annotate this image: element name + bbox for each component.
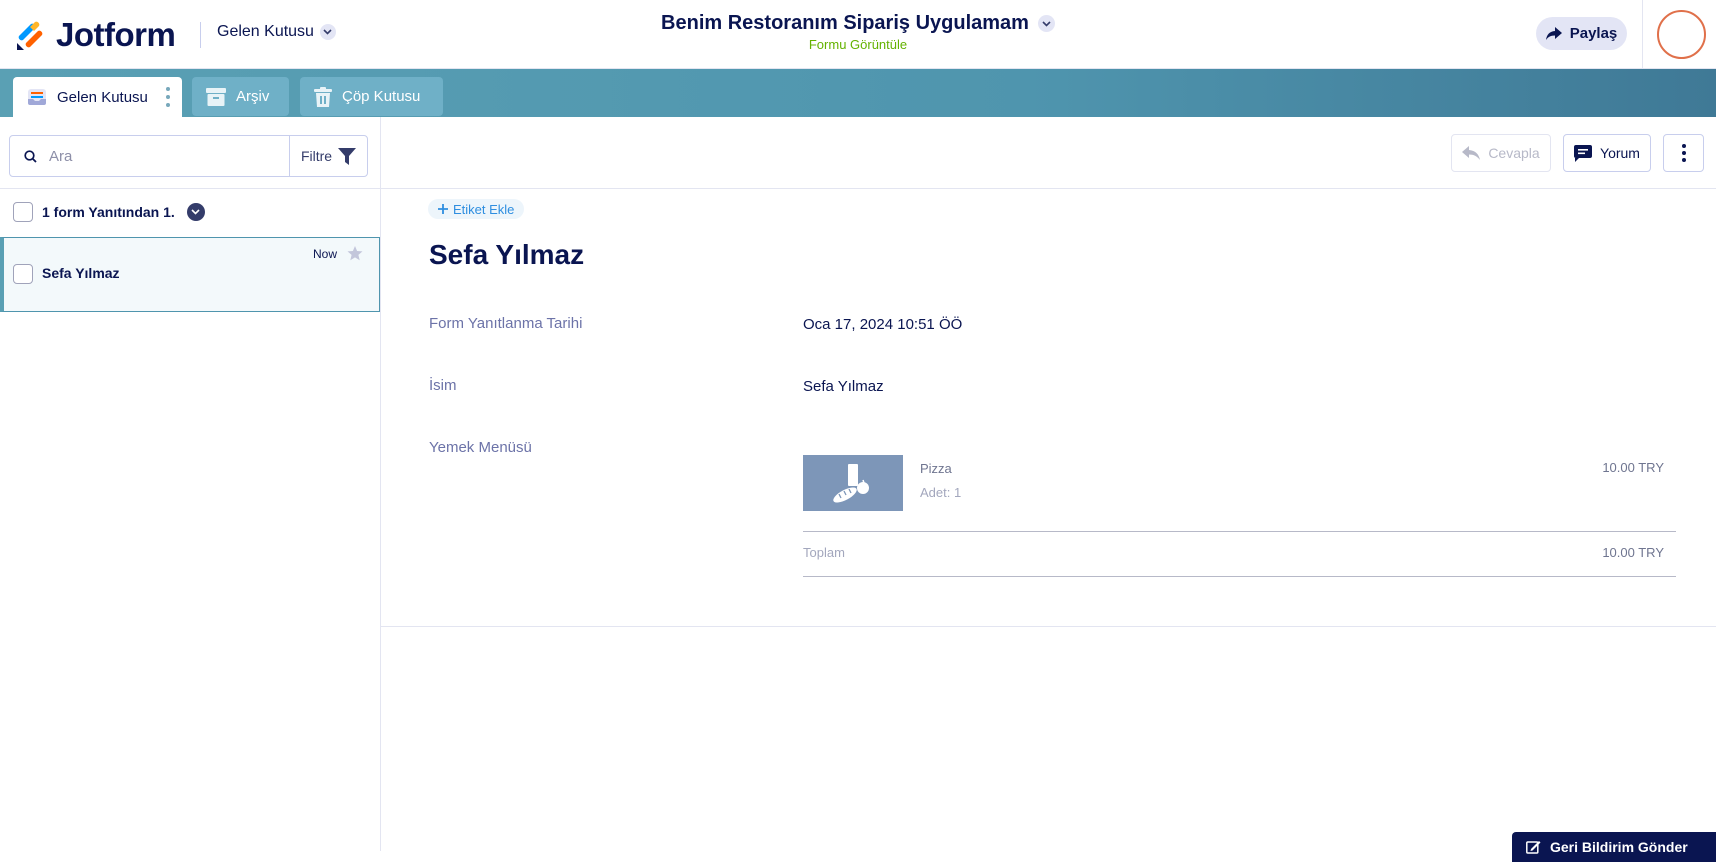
star-icon[interactable] — [347, 246, 363, 261]
more-vertical-icon — [1681, 144, 1686, 162]
reply-label: Cevapla — [1488, 145, 1540, 161]
filter-button[interactable]: Filtre — [289, 136, 367, 176]
tab-archive[interactable]: Arşiv — [192, 77, 289, 116]
chevron-down-icon — [1037, 15, 1055, 32]
tab-trash[interactable]: Çöp Kutusu — [300, 77, 443, 116]
reply-button[interactable]: Cevapla — [1451, 134, 1551, 172]
total-label: Toplam — [803, 545, 845, 560]
trash-icon — [314, 86, 332, 107]
tab-archive-label: Arşiv — [236, 88, 270, 105]
top-header: Jotform Gelen Kutusu Benim Restoranım Si… — [0, 0, 1716, 69]
select-all-checkbox[interactable] — [13, 201, 33, 222]
feedback-label: Geri Bildirim Gönder — [1550, 839, 1688, 855]
field-value-name: Sefa Yılmaz — [803, 378, 884, 395]
chevron-down-icon[interactable] — [186, 202, 205, 221]
field-label-name: İsim — [429, 377, 457, 394]
submission-list-panel: Filtre 1 form Yanıtından 1. Sefa Yılmaz … — [0, 117, 381, 851]
divider — [803, 531, 1676, 532]
plus-icon — [438, 204, 448, 214]
feedback-edit-icon — [1526, 841, 1541, 854]
product-image — [803, 455, 903, 511]
tab-trash-label: Çöp Kutusu — [342, 88, 421, 105]
search-bar: Filtre — [9, 135, 368, 177]
search-icon — [24, 149, 37, 163]
tab-bar: Gelen Kutusu Arşiv Çöp Kutusu — [0, 69, 1716, 117]
list-count-label: 1 form Yanıtından 1. — [42, 203, 175, 220]
form-title[interactable]: Benim Restoranım Sipariş Uygulamam — [661, 12, 1055, 35]
list-item-checkbox[interactable] — [13, 264, 33, 284]
divider — [803, 576, 1676, 577]
field-label-date: Form Yanıtlanma Tarihi — [429, 315, 583, 332]
product-quantity: Adet: 1 — [920, 485, 962, 500]
add-tag-label: Etiket Ekle — [453, 201, 515, 217]
view-form-link[interactable]: Formu Görüntüle — [0, 37, 1716, 52]
filter-label: Filtre — [300, 148, 333, 164]
list-item-name: Sefa Yılmaz — [42, 265, 120, 281]
comment-label: Yorum — [1600, 145, 1640, 161]
total-value: 10.00 TRY — [1602, 545, 1664, 560]
inbox-icon — [28, 89, 46, 105]
submission-toolbar: Cevapla Yorum — [381, 117, 1716, 189]
field-value-date: Oca 17, 2024 10:51 ÖÖ — [803, 316, 963, 333]
comment-icon — [1574, 144, 1593, 162]
add-tag-button[interactable]: Etiket Ekle — [428, 199, 525, 219]
more-options-button[interactable] — [1663, 134, 1704, 172]
comment-button[interactable]: Yorum — [1563, 134, 1651, 172]
submission-detail: Etiket Ekle Sefa Yılmaz Form Yanıtlanma … — [381, 189, 1716, 627]
send-feedback-button[interactable]: Geri Bildirim Gönder — [1512, 832, 1716, 862]
list-header: 1 form Yanıtından 1. — [0, 188, 380, 234]
product-name: Pizza — [920, 461, 952, 476]
submission-title: Sefa Yılmaz — [429, 239, 585, 270]
share-button[interactable]: Paylaş — [1536, 17, 1627, 50]
header-separator — [1642, 0, 1643, 69]
archive-icon — [206, 87, 226, 106]
tab-inbox-label: Gelen Kutusu — [57, 88, 148, 106]
form-title-text: Benim Restoranım Sipariş Uygulamam — [661, 12, 1029, 34]
list-item-time: Now — [313, 247, 338, 261]
share-arrow-icon — [1545, 27, 1562, 40]
tab-inbox[interactable]: Gelen Kutusu — [13, 77, 182, 117]
grocery-food-icon — [833, 464, 869, 503]
tab-options-icon[interactable] — [166, 87, 170, 107]
share-label: Paylaş — [1569, 25, 1618, 42]
avatar[interactable] — [1657, 10, 1706, 59]
product-price: 10.00 TRY — [1602, 460, 1664, 475]
search-box[interactable] — [10, 136, 289, 176]
field-label-menu: Yemek Menüsü — [429, 439, 532, 456]
filter-icon — [338, 147, 357, 165]
reply-icon — [1462, 146, 1481, 160]
search-input[interactable] — [49, 147, 249, 165]
list-item[interactable]: Sefa Yılmaz Now — [0, 237, 380, 312]
